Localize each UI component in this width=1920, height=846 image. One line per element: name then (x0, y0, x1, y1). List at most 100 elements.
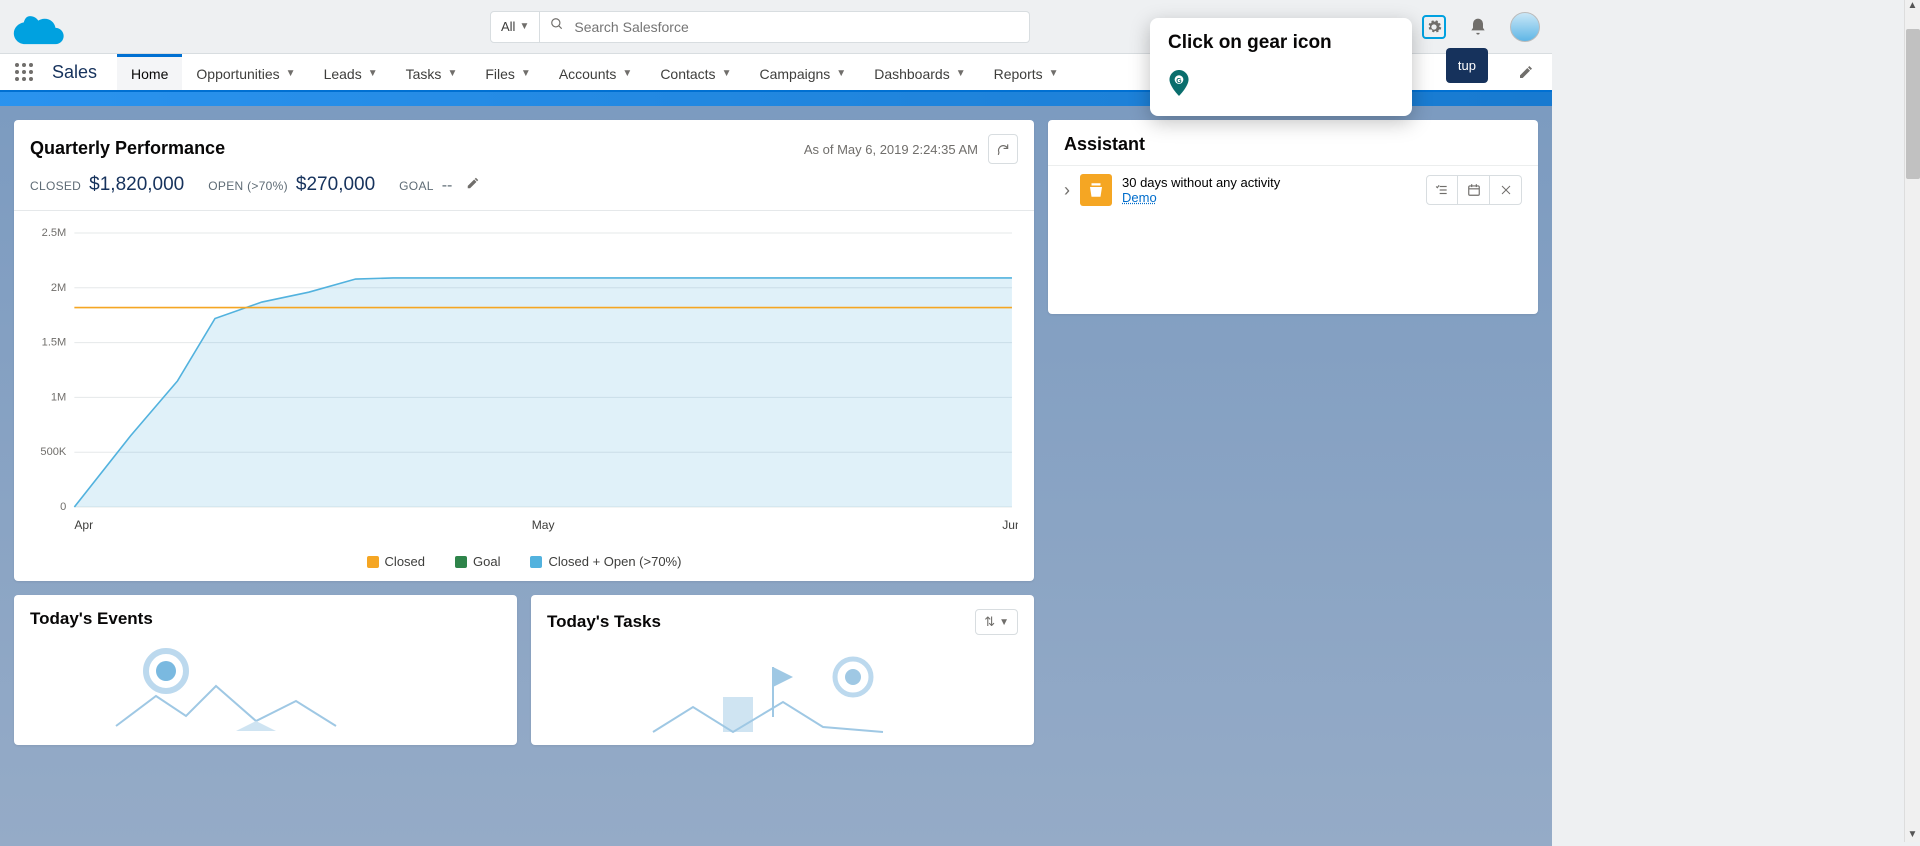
todays-tasks-card: Today's Tasks ⇅ ▼ (531, 595, 1034, 745)
app-name: Sales (52, 54, 97, 90)
chevron-down-icon: ▼ (622, 68, 632, 79)
legend-swatch (455, 556, 467, 568)
svg-text:Jun: Jun (1002, 518, 1018, 532)
chevron-down-icon: ▼ (956, 68, 966, 79)
setup-gear-button[interactable] (1422, 15, 1446, 39)
setup-menu-peek: tup (1446, 48, 1488, 83)
chevron-down-icon: ▼ (447, 68, 457, 79)
assistant-expand-button[interactable]: › (1064, 180, 1070, 201)
assistant-dismiss-button[interactable] (1490, 175, 1522, 205)
svg-text:May: May (532, 518, 555, 532)
guide-tooltip: Click on gear icon G (1150, 18, 1412, 116)
close-icon (1500, 184, 1512, 196)
nav-tab-label: Opportunities (196, 66, 279, 82)
nav-tab-opportunities[interactable]: Opportunities▼ (182, 54, 309, 90)
assistant-item: › 30 days without any activity Demo (1048, 165, 1538, 214)
nav-tab-files[interactable]: Files ▼ (471, 54, 544, 90)
open-label: OPEN (>70%) (208, 179, 288, 193)
checklist-icon (1435, 183, 1449, 197)
nav-tab-dashboards[interactable]: Dashboards ▼ (860, 54, 979, 90)
chevron-down-icon: ▼ (999, 617, 1009, 628)
filter-icon: ⇅ (984, 614, 995, 630)
qp-title: Quarterly Performance (30, 138, 225, 159)
nav-tab-label: Files (485, 66, 515, 82)
search-input[interactable] (574, 19, 1019, 35)
legend-item: Goal (455, 554, 500, 569)
legend-swatch (367, 556, 379, 568)
nav-tab-campaigns[interactable]: Campaigns ▼ (745, 54, 860, 90)
vertical-scrollbar[interactable]: ▲ ▼ (1904, 0, 1920, 842)
closed-value: $1,820,000 (89, 174, 184, 196)
guide-pin-icon: G (1168, 70, 1190, 96)
assistant-item-headline: 30 days without any activity (1122, 175, 1416, 190)
nav-tab-label: Contacts (660, 66, 715, 82)
tooltip-title: Click on gear icon (1168, 32, 1394, 54)
svg-text:2M: 2M (51, 282, 66, 294)
search-icon (550, 17, 564, 36)
closed-label: CLOSED (30, 179, 81, 193)
chevron-down-icon: ▼ (521, 68, 531, 79)
nav-tab-label: Accounts (559, 66, 617, 82)
nav-tab-contacts[interactable]: Contacts ▼ (646, 54, 745, 90)
assistant-task-button[interactable] (1426, 175, 1458, 205)
nav-tab-label: Leads (324, 66, 362, 82)
chevron-down-icon: ▼ (368, 68, 378, 79)
goal-value: -- (442, 177, 453, 195)
svg-text:500K: 500K (40, 446, 67, 458)
events-title: Today's Events (30, 609, 153, 629)
legend-label: Closed (385, 554, 425, 569)
pencil-icon (466, 176, 480, 190)
nav-tab-label: Reports (994, 66, 1043, 82)
svg-text:0: 0 (60, 501, 66, 513)
legend-item: Closed (367, 554, 425, 569)
app-launcher-button[interactable] (12, 54, 36, 90)
goal-edit-button[interactable] (466, 176, 480, 195)
search-scope-selector[interactable]: All ▼ (490, 11, 540, 43)
home-content: Quarterly Performance As of May 6, 2019 … (0, 106, 1552, 846)
quarterly-performance-card: Quarterly Performance As of May 6, 2019 … (14, 120, 1034, 581)
waffle-icon (14, 62, 34, 82)
chevron-down-icon: ▼ (836, 68, 846, 79)
calendar-icon (1467, 183, 1481, 197)
assistant-card: Assistant › 30 days without any activity… (1048, 120, 1538, 314)
qp-asof-text: As of May 6, 2019 2:24:35 AM (804, 142, 978, 157)
open-value: $270,000 (296, 174, 375, 196)
svg-text:Apr: Apr (74, 518, 93, 532)
tasks-illustration (531, 639, 1034, 745)
chevron-down-icon: ▼ (1049, 68, 1059, 79)
legend-label: Goal (473, 554, 500, 569)
nav-tab-label: Home (131, 66, 168, 82)
svg-text:1M: 1M (51, 391, 66, 403)
svg-text:2.5M: 2.5M (42, 227, 67, 239)
svg-text:1.5M: 1.5M (42, 337, 67, 349)
todays-events-card: Today's Events (14, 595, 517, 745)
legend-item: Closed + Open (>70%) (530, 554, 681, 569)
chevron-down-icon: ▼ (722, 68, 732, 79)
nav-tab-label: Dashboards (874, 66, 950, 82)
goal-label: GOAL (399, 179, 434, 193)
assistant-item-link[interactable]: Demo (1122, 190, 1157, 205)
legend-swatch (530, 556, 542, 568)
chart-legend: Closed Goal Closed + Open (>70%) (14, 552, 1034, 581)
refresh-icon (996, 142, 1010, 156)
nav-tab-label: Campaigns (759, 66, 830, 82)
nav-tab-tasks[interactable]: Tasks▼ (392, 54, 472, 90)
opportunity-icon (1080, 174, 1112, 206)
global-search[interactable] (540, 11, 1030, 43)
refresh-button[interactable] (988, 134, 1018, 164)
nav-tab-home[interactable]: Home (117, 54, 182, 90)
svg-text:G: G (1176, 78, 1181, 85)
pencil-icon (1518, 64, 1534, 80)
tasks-filter-button[interactable]: ⇅ ▼ (975, 609, 1018, 635)
nav-edit-button[interactable] (1512, 54, 1540, 90)
assistant-event-button[interactable] (1458, 175, 1490, 205)
user-avatar[interactable] (1510, 12, 1540, 42)
tasks-title: Today's Tasks (547, 612, 661, 632)
assistant-title: Assistant (1048, 120, 1538, 165)
nav-tab-accounts[interactable]: Accounts ▼ (545, 54, 647, 90)
nav-tab-reports[interactable]: Reports ▼ (980, 54, 1073, 90)
notifications-bell-icon[interactable] (1466, 15, 1490, 39)
chevron-down-icon: ▼ (519, 21, 529, 32)
salesforce-logo (12, 7, 70, 47)
nav-tab-leads[interactable]: Leads ▼ (310, 54, 392, 90)
